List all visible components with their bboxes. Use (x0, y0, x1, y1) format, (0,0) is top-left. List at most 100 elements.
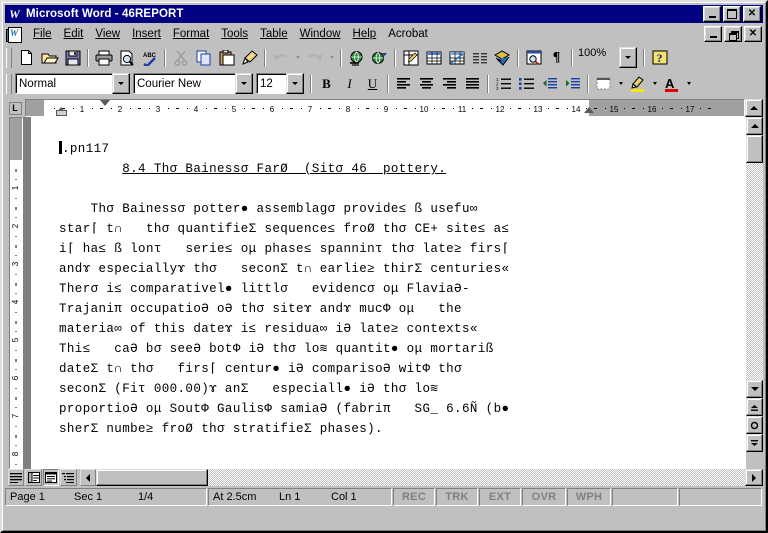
scroll-up-button[interactable] (746, 117, 763, 135)
tables-and-borders-button[interactable] (399, 47, 422, 69)
borders-dropdown-button[interactable] (615, 73, 626, 95)
document-map-button[interactable] (522, 47, 545, 69)
page-layout-view-button[interactable] (42, 469, 60, 486)
web-toolbar-button[interactable] (368, 47, 391, 69)
right-indent-marker[interactable] (584, 107, 595, 113)
highlight-dropdown-button[interactable] (649, 73, 660, 95)
status-wph-indicator[interactable]: WPH (567, 488, 611, 506)
style-combo[interactable]: Normal (15, 73, 130, 94)
drawing-button[interactable] (491, 47, 514, 69)
menu-item-format[interactable]: Format (167, 26, 215, 42)
borders-button[interactable] (592, 73, 615, 95)
vertical-scroll-thumb[interactable] (746, 135, 763, 163)
italic-button[interactable]: I (338, 73, 361, 95)
font-combo[interactable]: Courier New (133, 73, 253, 94)
paste-button[interactable] (215, 47, 238, 69)
tab-selector[interactable]: L (5, 99, 25, 117)
print-preview-button[interactable] (115, 47, 138, 69)
align-justify-button[interactable] (461, 73, 484, 95)
font-size-value[interactable]: 12 (256, 73, 287, 94)
save-button[interactable] (61, 47, 84, 69)
insert-excel-worksheet-button[interactable] (445, 47, 468, 69)
spelling-check-button[interactable]: ABC (138, 47, 161, 69)
copy-button[interactable] (192, 47, 215, 69)
style-value[interactable]: Normal (15, 73, 113, 94)
toolbar-grip[interactable] (6, 47, 12, 68)
toolbar-grip[interactable] (6, 73, 12, 94)
format-painter-button[interactable] (238, 47, 261, 69)
menu-item-insert[interactable]: Insert (126, 26, 167, 42)
numbered-list-button[interactable]: 123 (492, 73, 515, 95)
show-formatting-marks-button[interactable]: ¶ (545, 47, 568, 69)
vertical-scroll-up-top-button[interactable] (745, 99, 763, 117)
status-ext-indicator[interactable]: EXT (479, 488, 521, 506)
select-browse-object-button[interactable] (746, 416, 763, 434)
menu-item-window[interactable]: Window (294, 26, 347, 42)
next-page-button[interactable] (746, 434, 763, 452)
help-button[interactable]: ? (648, 47, 671, 69)
redo-dropdown-button[interactable] (326, 47, 337, 69)
horizontal-scroll-left-button[interactable] (79, 469, 97, 486)
menu-item-file[interactable]: File (27, 26, 58, 42)
bulleted-list-button[interactable] (515, 73, 538, 95)
document-control-icon[interactable] (6, 26, 23, 43)
document-text[interactable]: .pn117 8.4 Thσ Bainessσ FarØ (Sitσ 46 po… (59, 139, 738, 439)
normal-view-button[interactable] (8, 469, 25, 486)
insert-table-button[interactable] (422, 47, 445, 69)
new-document-button[interactable] (15, 47, 38, 69)
menu-item-table[interactable]: Table (254, 26, 294, 42)
document-minimize-button[interactable] (704, 26, 722, 42)
menu-item-help[interactable]: Help (347, 26, 383, 42)
scroll-down-button[interactable] (746, 380, 763, 398)
document-restore-button[interactable] (724, 26, 742, 42)
columns-button[interactable] (468, 47, 491, 69)
align-center-button[interactable] (415, 73, 438, 95)
left-indent-marker[interactable] (56, 110, 68, 116)
close-button[interactable]: ✕ (743, 6, 761, 22)
vertical-scroll-track[interactable] (746, 163, 763, 380)
increase-indent-button[interactable] (561, 73, 584, 95)
zoom-dropdown-arrow[interactable] (619, 47, 637, 68)
menu-item-view[interactable]: View (89, 26, 126, 42)
undo-button[interactable] (269, 47, 292, 69)
font-color-button[interactable]: A (660, 73, 683, 95)
font-dropdown-arrow[interactable] (235, 73, 253, 94)
online-layout-view-button[interactable] (25, 469, 42, 486)
zoom-combo[interactable]: 100% (578, 47, 637, 68)
horizontal-scroll-right-button[interactable] (745, 469, 763, 486)
document-page[interactable]: .pn117 8.4 Thσ Bainessσ FarØ (Sitσ 46 po… (31, 117, 746, 469)
outline-view-button[interactable] (60, 469, 77, 486)
redo-button[interactable] (303, 47, 326, 69)
highlight-color-button[interactable] (626, 73, 649, 95)
first-line-indent-marker[interactable] (99, 100, 110, 106)
font-value[interactable]: Courier New (133, 73, 236, 94)
menu-item-tools[interactable]: Tools (215, 26, 254, 42)
font-color-dropdown-button[interactable] (683, 73, 694, 95)
zoom-value[interactable]: 100% (578, 47, 620, 68)
vertical-ruler[interactable]: 1 2 3 4 5 6 7 8 (5, 117, 23, 469)
cut-button[interactable] (169, 47, 192, 69)
status-ovr-indicator[interactable]: OVR (522, 488, 566, 506)
menu-item-edit[interactable]: Edit (58, 26, 90, 42)
horizontal-ruler[interactable]: 1 2 3 4 5 6 7 8 9 10 11 12 13 14 15 16 17 (25, 99, 745, 117)
bold-button[interactable]: B (315, 73, 338, 95)
undo-dropdown-button[interactable] (292, 47, 303, 69)
status-trk-indicator[interactable]: TRK (436, 488, 478, 506)
minimize-button[interactable] (703, 6, 721, 22)
maximize-button[interactable] (723, 6, 741, 22)
status-rec-indicator[interactable]: REC (393, 488, 435, 506)
align-left-button[interactable] (392, 73, 415, 95)
menu-item-acrobat[interactable]: Acrobat (382, 26, 434, 42)
font-size-combo[interactable]: 12 (256, 73, 304, 94)
style-dropdown-arrow[interactable] (112, 73, 130, 94)
document-close-button[interactable]: ✕ (744, 26, 762, 42)
open-folder-button[interactable] (38, 47, 61, 69)
underline-button[interactable]: U (361, 73, 384, 95)
horizontal-scroll-track[interactable] (96, 469, 745, 486)
align-right-button[interactable] (438, 73, 461, 95)
insert-hyperlink-button[interactable] (345, 47, 368, 69)
document-canvas[interactable]: .pn117 8.4 Thσ Bainessσ FarØ (Sitσ 46 po… (23, 117, 746, 469)
vertical-scrollbar[interactable] (746, 117, 763, 469)
font-size-dropdown-arrow[interactable] (286, 73, 304, 94)
decrease-indent-button[interactable] (538, 73, 561, 95)
